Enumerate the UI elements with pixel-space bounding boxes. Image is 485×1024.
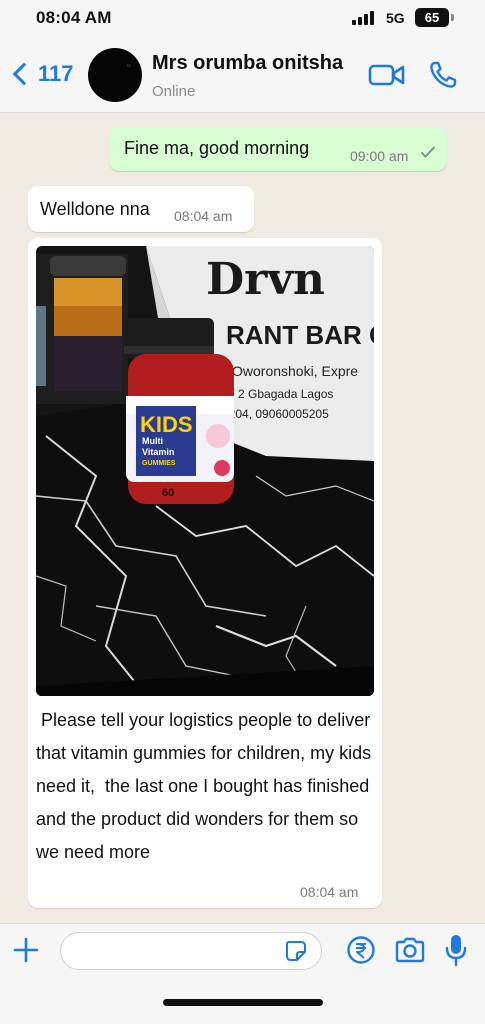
message-text: Fine ma, good morning bbox=[124, 138, 310, 158]
bag-text: e 2 Gbagada Lagos bbox=[228, 387, 333, 401]
message-time: 08:04 am bbox=[300, 884, 359, 900]
message-text: Welldone nna bbox=[40, 199, 150, 219]
product-label: Multi bbox=[142, 436, 163, 446]
product-count: 60 bbox=[162, 487, 174, 499]
phone-icon[interactable] bbox=[428, 60, 458, 90]
unread-count: 117 bbox=[38, 61, 74, 86]
plus-icon[interactable] bbox=[12, 936, 40, 964]
status-bar: 08:04 AM 5G 65 bbox=[0, 0, 485, 38]
message-input[interactable] bbox=[60, 932, 322, 970]
bag-text: RANT BAR C bbox=[226, 320, 374, 350]
contact-name[interactable]: Mrs orumba onitsha bbox=[152, 52, 343, 75]
microphone-icon[interactable] bbox=[444, 933, 468, 967]
home-indicator bbox=[163, 999, 323, 1006]
message-time: 09:00 am bbox=[350, 148, 409, 164]
message-incoming-photo[interactable]: Drvn RANT BAR C Oworonshoki, Expre e 2 G… bbox=[28, 238, 382, 908]
sticker-icon[interactable] bbox=[285, 940, 307, 962]
product-label: KIDS bbox=[140, 412, 193, 437]
signal-icon bbox=[352, 11, 378, 25]
chat-header: 117 ☼ Mrs orumba onitsha Online bbox=[0, 38, 485, 113]
back-button[interactable]: 117 bbox=[10, 56, 74, 92]
message-time: 08:04 am bbox=[174, 208, 233, 224]
bag-text: 5204, 09060005205 bbox=[222, 407, 329, 421]
bag-text: Drvn bbox=[206, 254, 325, 305]
composer-bar bbox=[0, 923, 485, 1024]
message-incoming[interactable]: Welldone nna 08:04 am bbox=[28, 186, 254, 232]
bag-text: Oworonshoki, Expre bbox=[232, 363, 358, 379]
network-type: 5G bbox=[386, 10, 405, 26]
battery-tip bbox=[451, 14, 454, 21]
battery-icon: 65 bbox=[415, 8, 449, 27]
video-call-icon[interactable] bbox=[368, 62, 406, 88]
avatar[interactable]: ☼ bbox=[88, 48, 142, 102]
message-text: Please tell your logistics people to del… bbox=[36, 710, 377, 862]
chat-area: Fine ma, good morning 09:00 am Welldone … bbox=[0, 113, 485, 923]
camera-icon[interactable] bbox=[394, 936, 426, 964]
contact-status: Online bbox=[152, 83, 196, 100]
chevron-left-icon bbox=[12, 62, 36, 86]
product-label: Vitamin bbox=[142, 447, 174, 457]
product-label: GUMMIES bbox=[142, 460, 176, 467]
check-icon bbox=[420, 146, 436, 158]
status-time: 08:04 AM bbox=[36, 8, 112, 27]
photo-attachment[interactable]: Drvn RANT BAR C Oworonshoki, Expre e 2 G… bbox=[36, 246, 374, 696]
message-outgoing[interactable]: Fine ma, good morning 09:00 am bbox=[109, 127, 447, 171]
payment-icon[interactable] bbox=[346, 935, 376, 965]
